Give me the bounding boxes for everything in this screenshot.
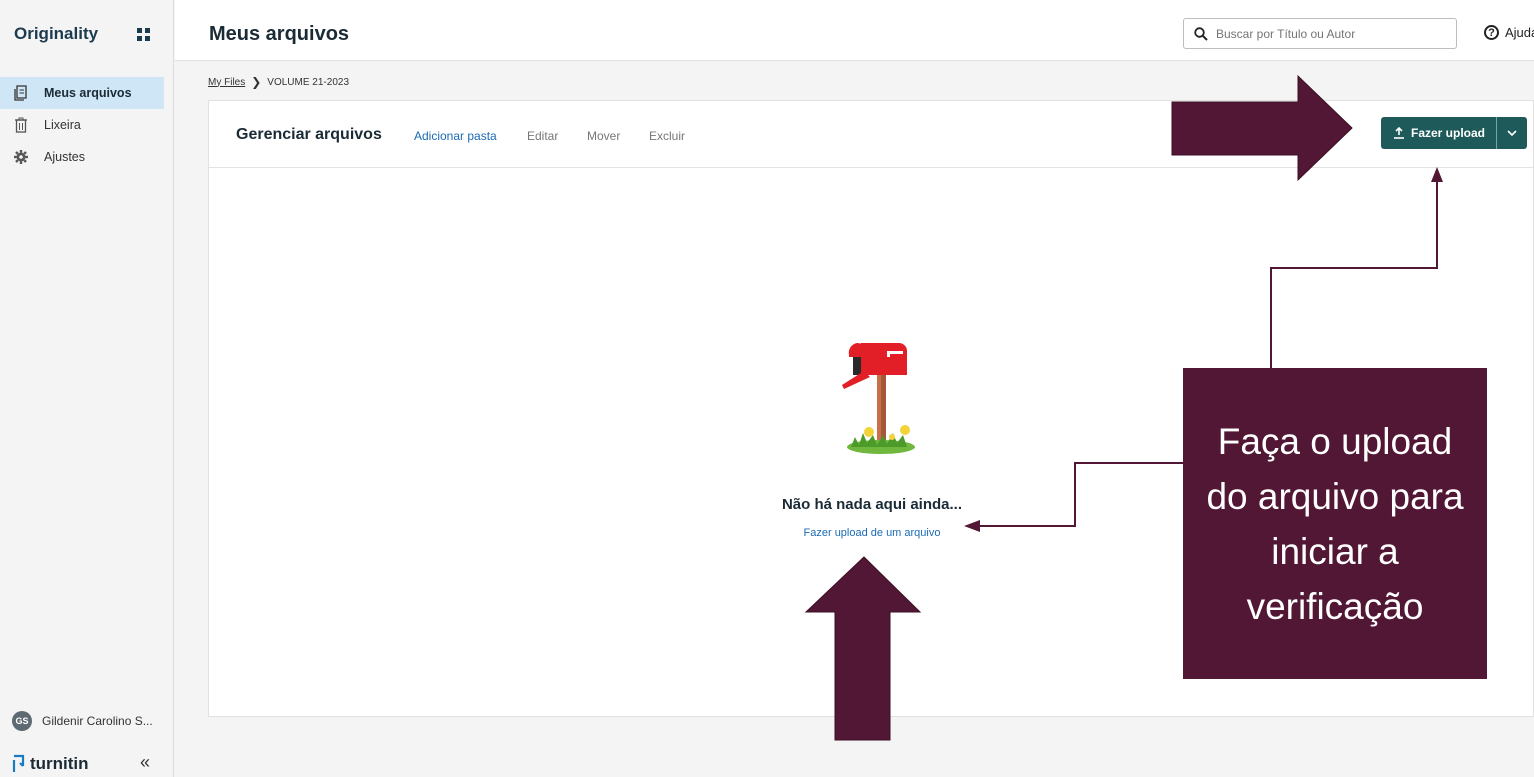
avatar: GS bbox=[12, 711, 32, 731]
collapse-sidebar-button[interactable]: « bbox=[140, 752, 150, 773]
brand-title: Originality bbox=[14, 24, 99, 43]
mailbox-icon bbox=[842, 343, 915, 454]
breadcrumb-current: VOLUME 21-2023 bbox=[267, 76, 350, 88]
user-menu[interactable]: GS Gildenir Carolino S... bbox=[12, 711, 153, 731]
breadcrumb: My Files ❯ VOLUME 21-2023 bbox=[208, 75, 349, 89]
add-folder-button[interactable]: Adicionar pasta bbox=[414, 129, 497, 143]
annotation-callout: Faça o upload do arquivo para iniciar a … bbox=[1183, 368, 1487, 679]
top-bar: Meus arquivos ? Ajuda bbox=[175, 0, 1534, 61]
manage-files-title: Gerenciar arquivos bbox=[236, 126, 382, 143]
files-icon bbox=[12, 84, 30, 102]
sidebar-item-label: Meus arquivos bbox=[44, 86, 132, 100]
file-toolbar: Gerenciar arquivos Adicionar pasta Edita… bbox=[209, 101, 1533, 168]
trash-icon bbox=[12, 116, 30, 134]
apps-grid-icon[interactable] bbox=[136, 27, 151, 42]
upload-button[interactable]: Fazer upload bbox=[1381, 117, 1497, 149]
sidebar-nav: Meus arquivos Lixeira Ajustes bbox=[0, 77, 164, 173]
chevron-right-icon: ❯ bbox=[251, 75, 262, 89]
search-icon bbox=[1194, 26, 1208, 41]
gear-icon bbox=[12, 148, 30, 166]
help-label: Ajuda bbox=[1505, 25, 1534, 40]
annotation-text: Faça o upload do arquivo para iniciar a … bbox=[1206, 420, 1464, 627]
upload-icon bbox=[1394, 127, 1404, 139]
sidebar-item-ajustes[interactable]: Ajustes bbox=[0, 141, 164, 173]
help-button[interactable]: ? Ajuda bbox=[1484, 25, 1534, 40]
turnitin-logo-icon bbox=[12, 754, 25, 772]
upload-button-group: Fazer upload bbox=[1381, 117, 1527, 149]
edit-button[interactable]: Editar bbox=[527, 129, 558, 143]
turnitin-logo-text: turnitin bbox=[30, 754, 89, 773]
sidebar: Originality Meus arquivos Lixeira Ajuste… bbox=[0, 0, 174, 777]
page-title: Meus arquivos bbox=[209, 23, 350, 45]
user-name: Gildenir Carolino S... bbox=[42, 714, 153, 728]
search-box[interactable] bbox=[1183, 18, 1457, 49]
turnitin-logo: turnitin bbox=[12, 754, 89, 774]
upload-options-dropdown[interactable] bbox=[1497, 129, 1527, 137]
help-icon: ? bbox=[1484, 25, 1499, 40]
sidebar-item-lixeira[interactable]: Lixeira bbox=[0, 109, 164, 141]
chevron-down-icon bbox=[1507, 130, 1517, 137]
move-button[interactable]: Mover bbox=[587, 129, 620, 143]
upload-button-label: Fazer upload bbox=[1411, 126, 1486, 140]
sidebar-item-label: Ajustes bbox=[44, 150, 85, 164]
sidebar-item-label: Lixeira bbox=[44, 118, 81, 132]
delete-button[interactable]: Excluir bbox=[649, 129, 685, 143]
sidebar-item-meus-arquivos[interactable]: Meus arquivos bbox=[0, 77, 164, 109]
search-input[interactable] bbox=[1214, 25, 1448, 42]
breadcrumb-root-link[interactable]: My Files bbox=[208, 77, 245, 88]
